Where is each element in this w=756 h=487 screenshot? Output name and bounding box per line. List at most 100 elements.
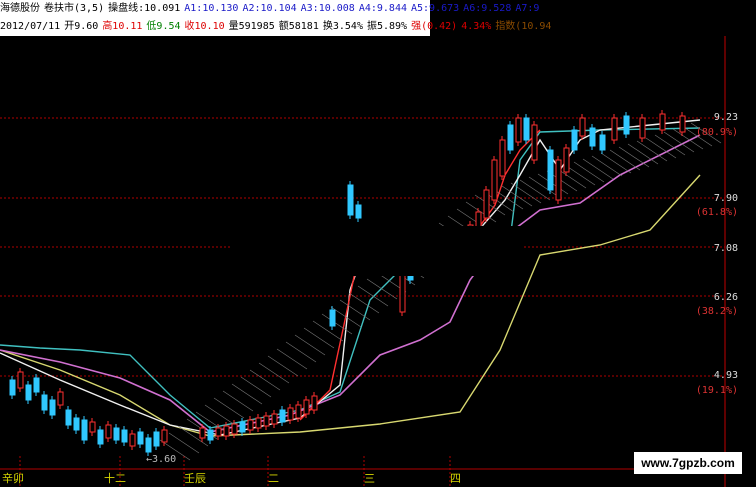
- candle-body: [515, 117, 522, 143]
- band-hatch: [249, 369, 281, 391]
- candle-body: [589, 127, 596, 147]
- line1-field-6: A4:9.844: [358, 3, 407, 14]
- candle-body: [129, 433, 136, 447]
- candle-body: [507, 124, 514, 151]
- band-hatch: [609, 149, 641, 171]
- band-mid-line: [0, 134, 701, 433]
- line2-field-11: 指数(10.94: [495, 21, 552, 32]
- line2-field-2: 高10.11: [102, 21, 143, 32]
- candle-body: [121, 429, 128, 443]
- candle-body: [347, 184, 354, 216]
- candle-body: [679, 115, 686, 133]
- quote-line: 2012/07/11 开9.60 高10.11 低9.54 收10.10 量591985 额…: [0, 18, 555, 36]
- month-label-apr: 四: [450, 472, 461, 485]
- candle-body: [223, 425, 230, 437]
- candle-body: [623, 115, 630, 135]
- candle-body: [215, 427, 222, 437]
- quote-info-bar: 海德股份 卷扶市(3,5) 操盘线:10.091 A1:10.130 A2:10.104…: [0, 0, 551, 36]
- band-hatch: [582, 158, 614, 180]
- line2-field-3: 低9.54: [146, 21, 181, 32]
- band-hatch: [168, 432, 200, 454]
- band-hatch: [636, 140, 668, 162]
- candle-body: [33, 377, 40, 393]
- candle-body: [199, 427, 206, 439]
- pct-label-618: (61.8%): [695, 207, 738, 218]
- candle-body: [523, 117, 530, 141]
- candle-body: [89, 421, 96, 433]
- candle-body: [49, 399, 56, 416]
- line2-field-10: 4.34%: [461, 21, 492, 32]
- candle-body: [247, 419, 254, 431]
- line2-field-1: 开9.60: [64, 21, 99, 32]
- candle-body: [255, 417, 262, 429]
- line2-field-4: 收10.10: [184, 21, 225, 32]
- band-hatch: [528, 176, 560, 198]
- candle-body: [25, 384, 32, 401]
- candle-body: [105, 424, 112, 439]
- line2-field-5: 量591985: [228, 21, 275, 32]
- indicator-line: 海德股份 卷扶市(3,5) 操盘线:10.091 A1:10.130 A2:10.104…: [0, 0, 543, 18]
- candle-body: [571, 129, 578, 151]
- band-hatch: [231, 383, 263, 405]
- site-watermark: www.7gpzb.com: [634, 452, 742, 474]
- month-label-mar: 三: [364, 472, 375, 485]
- band-hatch: [204, 404, 236, 426]
- band-hatch: [618, 146, 650, 168]
- line2-field-7: 换3.54%: [322, 21, 363, 32]
- candle-body: [231, 423, 238, 435]
- line2-field-0: 2012/07/11: [0, 21, 61, 32]
- candle-body: [287, 407, 294, 421]
- candle-body: [547, 149, 554, 191]
- line1-field-5: A3:10.008: [300, 3, 355, 14]
- candle-body: [531, 124, 538, 161]
- line1-field-1: 卷扶市(3,5): [44, 3, 105, 14]
- candle-body: [311, 395, 318, 411]
- band-hatch: [357, 285, 389, 307]
- pct-label-191: (19.1%): [695, 385, 738, 396]
- candle-body: [161, 429, 168, 443]
- candle-body: [599, 134, 606, 151]
- band-hatch: [591, 155, 623, 177]
- line1-field-7: A5:9.673: [411, 3, 460, 14]
- band-upper-line: [0, 127, 701, 429]
- candle-body: [97, 429, 104, 445]
- candle-body: [639, 117, 646, 139]
- candle-body: [611, 117, 618, 141]
- candle-body: [113, 427, 120, 441]
- candle-body: [145, 437, 152, 453]
- month-label-feb: 二: [268, 472, 279, 485]
- band-hatch: [303, 327, 335, 349]
- line1-field-3: A1:10.130: [184, 3, 239, 14]
- band-hatch: [312, 320, 344, 342]
- candle-body: [137, 431, 144, 445]
- band-hatch: [258, 362, 290, 384]
- candle-body: [263, 415, 270, 427]
- candle-body: [239, 421, 246, 433]
- candle-body: [355, 204, 362, 219]
- candle-body: [279, 409, 286, 423]
- candle-body: [499, 139, 506, 177]
- month-label-xinmao: 辛卯: [2, 472, 24, 485]
- line1-field-0: 海德股份: [0, 3, 40, 14]
- low-price-marker: ←3.60: [146, 454, 177, 465]
- band-hatch: [294, 334, 326, 356]
- candle-body: [73, 417, 80, 431]
- candle-body: [579, 117, 586, 137]
- line2-field-8: 振5.89%: [366, 21, 408, 32]
- candle-body: [207, 429, 214, 441]
- line2-field-6: 额58181: [278, 21, 319, 32]
- candle-body: [555, 159, 562, 201]
- pct-label-809: (80.9%): [695, 127, 738, 138]
- candle-body: [17, 371, 24, 389]
- candle-body: [483, 189, 490, 219]
- line1-field-4: A2:10.104: [242, 3, 297, 14]
- candle-body: [329, 309, 336, 327]
- kline-chart[interactable]: [0, 36, 756, 487]
- price-label-708: 7.08: [713, 243, 738, 254]
- candle-body: [271, 413, 278, 425]
- month-label-dec: 十二: [104, 472, 126, 485]
- candle-body: [491, 159, 498, 201]
- candle-body: [57, 391, 64, 406]
- band-hatch: [627, 143, 659, 165]
- price-label-493: 4.93: [713, 370, 738, 381]
